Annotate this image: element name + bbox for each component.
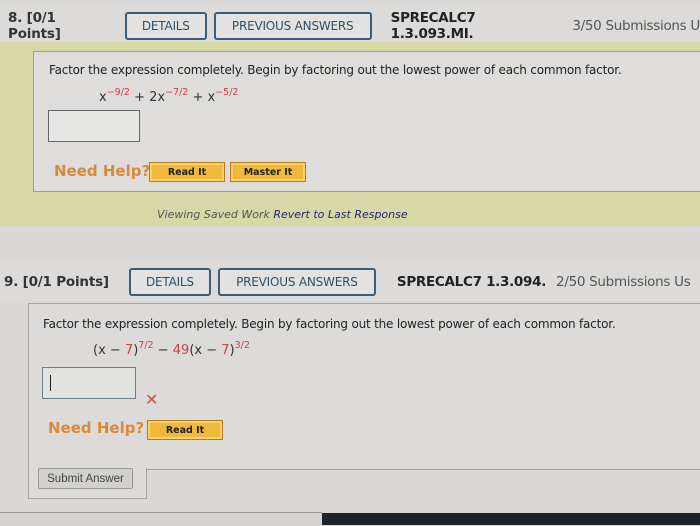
question-8-saved-work-area: Factor the expression completely. Begin … (0, 42, 700, 226)
q8-term1-base: x (99, 90, 107, 105)
q8-read-it-button[interactable]: Read It (149, 162, 225, 182)
q8-answer-input[interactable] (48, 110, 140, 142)
question-9-header: 9. [0/1 Points] DETAILS PREVIOUS ANSWERS… (0, 262, 700, 302)
q9-previous-answers-button[interactable]: PREVIOUS ANSWERS (217, 268, 376, 296)
q8-term1-exponent: −9/2 (106, 87, 130, 98)
q9-exponent-2: 3/2 (234, 340, 250, 351)
viewing-saved-work-label: Viewing Saved Work (157, 208, 270, 221)
q8-expression: x−9/2 + 2x−7/2 + x−5/2 (99, 87, 238, 105)
q8-term2: 2x (149, 90, 166, 105)
question-9-number: 9. [0/1 Points] (4, 274, 109, 290)
q9-minus: − (153, 343, 173, 358)
taskbar (322, 513, 700, 525)
q9-constant-2: 7 (221, 343, 230, 358)
q9-constant-1: 7 (124, 343, 134, 358)
q9-open-paren-2: (x − (189, 343, 222, 358)
q8-plus: + (188, 90, 208, 105)
submit-answer-button[interactable]: Submit Answer (38, 468, 133, 489)
q9-expression: (x − 7)7/2 − 49(x − 7)3/2 (93, 340, 250, 358)
q8-need-help-label: Need Help? (54, 162, 151, 180)
question-8-panel: Factor the expression completely. Begin … (33, 51, 700, 192)
q9-coefficient: 49 (172, 343, 190, 358)
q9-details-button[interactable]: DETAILS (128, 268, 211, 296)
q9-prompt: Factor the expression completely. Begin … (43, 317, 616, 331)
q9-submissions: 2/50 Submissions Us (556, 274, 691, 290)
question-9-panel: Factor the expression completely. Begin … (28, 303, 700, 470)
question-8-number: 8. [0/1 Points] (8, 10, 61, 42)
q9-problem-id: SPRECALC7 1.3.094. (396, 274, 547, 290)
incorrect-x-icon: ✕ (145, 390, 159, 409)
q9-read-it-button[interactable]: Read It (147, 420, 223, 440)
bottom-strip (0, 512, 322, 526)
q9-need-help-label: Need Help? (48, 419, 145, 437)
viewing-saved-work-notice: Viewing Saved Work Revert to Last Respon… (157, 208, 408, 221)
q8-master-it-button[interactable]: Master It (230, 162, 306, 182)
q8-term2-exponent: −7/2 (165, 87, 189, 98)
q9-answer-input[interactable] (42, 367, 136, 399)
q8-prompt: Factor the expression completely. Begin … (49, 63, 622, 77)
text-cursor (50, 375, 51, 391)
q8-plus: + (129, 90, 150, 105)
question-8-header: 8. [0/1 Points] DETAILS PREVIOUS ANSWERS… (0, 6, 700, 46)
q8-details-button[interactable]: DETAILS (124, 12, 207, 40)
q8-submissions: 3/50 Submissions U (572, 18, 700, 34)
revert-to-last-response-link[interactable]: Revert to Last Response (273, 208, 407, 221)
q8-problem-id: SPRECALC7 1.3.093.MI. (390, 10, 476, 42)
q9-exponent-1: 7/2 (138, 340, 154, 351)
q8-term3-exponent: −5/2 (215, 87, 239, 98)
q9-open-paren-1: (x − (93, 343, 125, 358)
q8-previous-answers-button[interactable]: PREVIOUS ANSWERS (213, 12, 372, 40)
